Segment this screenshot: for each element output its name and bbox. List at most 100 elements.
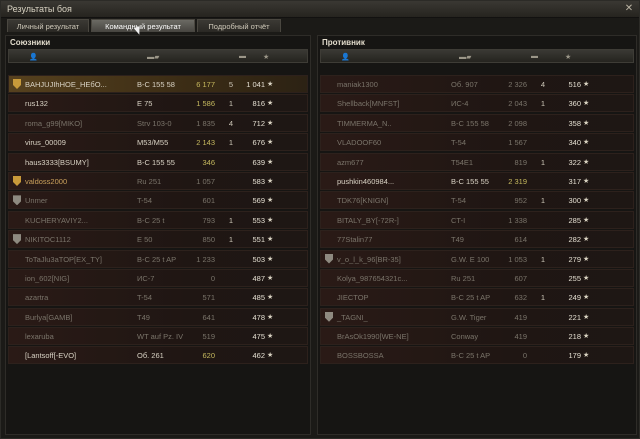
star-icon: ★: [267, 236, 274, 244]
player-name: valdoss2000: [25, 176, 68, 186]
tank-name: Об. 261: [137, 351, 164, 361]
table-row[interactable]: TDK76[KNIGN] T-54 952 1 300 ★: [320, 191, 634, 210]
xp-value: 282: [568, 235, 581, 245]
xp-value: 285: [568, 215, 581, 225]
tank-icon[interactable]: ▬: [239, 53, 246, 60]
tank-name: ИС-4: [451, 99, 469, 109]
player-icon[interactable]: 👤: [341, 53, 350, 61]
table-row[interactable]: [Lantsoff[-EVO] Об. 261 620 462 ★: [8, 346, 308, 365]
damage-value: 571: [202, 293, 215, 303]
table-row[interactable]: ion_602[NIG] ИС-7 0 487 ★: [8, 268, 308, 287]
damage-value: 952: [514, 196, 527, 206]
title-bar: Результаты боя ✕: [1, 1, 639, 18]
frags-value: 4: [228, 118, 233, 128]
close-icon[interactable]: ✕: [623, 3, 635, 15]
table-row[interactable]: pushkin460984... B-C 155 55 2 319 317 ★: [320, 171, 634, 190]
allies-title: Союзники: [10, 38, 51, 47]
damage-value: 620: [202, 351, 215, 361]
table-row[interactable]: lexaruba WT auf Pz. IV 519 475 ★: [8, 327, 308, 346]
table-row[interactable]: azartra T-54 571 485 ★: [8, 288, 308, 307]
star-icon: ★: [583, 294, 590, 302]
tank-name: Ru 251: [137, 176, 162, 186]
damage-value: 2 043: [508, 99, 527, 109]
table-row[interactable]: Unmer T-54 601 569 ★: [8, 191, 308, 210]
damage-value: 1 567: [508, 138, 527, 148]
damage-value: 641: [202, 312, 215, 322]
table-row[interactable]: virus_00009 M53/M55 2 143 1 676 ★: [8, 133, 308, 152]
damage-value: 793: [202, 215, 215, 225]
star-icon: ★: [267, 81, 274, 88]
tank-icon[interactable]: ▬: [531, 53, 538, 60]
xp-value: 569: [252, 196, 265, 206]
tank-name: E 75: [137, 99, 153, 109]
table-row[interactable]: BrAsOk1990[WE-NE] Conway 419 218 ★: [320, 327, 634, 346]
table-row[interactable]: Kolya_987654321c... Ru 251 607 255 ★: [320, 268, 634, 287]
tank-name: B-C 155 55: [451, 176, 489, 186]
table-row[interactable]: roma_g99[MIKO] Strv 103-0 1 835 4 712 ★: [8, 113, 308, 132]
tank-icon[interactable]: ▬▰: [147, 53, 159, 61]
shield-icon: [13, 234, 21, 245]
table-row[interactable]: BITALY_BY[-72R-] CT-I 1 338 285 ★: [320, 210, 634, 229]
table-row[interactable]: azm677 T54E1 819 1 322 ★: [320, 152, 634, 171]
star-icon: ★: [267, 139, 274, 147]
xp-value: 300: [568, 196, 581, 206]
xp-value: 485: [252, 293, 265, 303]
tank-name: T-54: [451, 196, 467, 206]
frags-value: 1: [228, 138, 233, 148]
xp-value: 553: [252, 215, 265, 225]
star-icon: ★: [583, 313, 590, 321]
tank-name: T54E1: [451, 157, 474, 167]
player-name: Unmer: [25, 196, 48, 206]
table-row[interactable]: ToTaJlu3aTOP[EX_TY] B-C 25 t AP 1 233 503 ★: [8, 249, 308, 268]
table-row[interactable]: rus132 E 75 1 586 1 816 ★: [8, 94, 308, 113]
player-icon[interactable]: 👤: [29, 53, 38, 61]
tank-name: B-C 155 58: [451, 118, 489, 128]
player-name: Burlya[GAMB]: [25, 312, 73, 322]
frags-value: 5: [228, 80, 233, 89]
table-row[interactable]: 77Stalin77 T49 614 282 ★: [320, 230, 634, 249]
xp-value: 478: [252, 312, 265, 322]
xp-value: 360: [568, 99, 581, 109]
table-row[interactable]: BAHJUJIhHOE_HEбO... B-C 155 58 6 177 5 1 041…: [8, 75, 308, 93]
player-name: VLADOOF60: [337, 138, 382, 148]
tab-personal-result[interactable]: Личный результат: [7, 19, 89, 32]
shield-icon: [13, 175, 21, 186]
tank-name: T-54: [451, 138, 467, 148]
table-row[interactable]: maniak1300 Об. 907 2 326 4 516 ★: [320, 75, 634, 93]
enemies-table-header: 👤 ▬▰ ▬ ★: [320, 49, 634, 63]
table-row[interactable]: Burlya[GAMB] T49 641 478 ★: [8, 307, 308, 326]
star-icon: ★: [583, 100, 590, 108]
table-row[interactable]: _TAGNI_ G.W. Tiger 419 221 ★: [320, 307, 634, 326]
table-row[interactable]: v_o_l_k_96[BR-35] G.W. E 100 1 053 1 279 ★: [320, 249, 634, 268]
tab-detailed-report[interactable]: Подробный отчёт: [197, 19, 281, 32]
star-icon[interactable]: ★: [263, 53, 269, 61]
table-row[interactable]: JIECTOP B-C 25 t AP 632 1 249 ★: [320, 288, 634, 307]
table-row[interactable]: BOSSBOSSA B-C 25 t AP 0 179 ★: [320, 346, 634, 365]
xp-value: 551: [252, 235, 265, 245]
damage-value: 419: [514, 312, 527, 322]
star-icon[interactable]: ★: [565, 53, 571, 61]
player-name: virus_00009: [25, 138, 66, 148]
frags-value: 1: [540, 99, 545, 109]
table-row[interactable]: Shellback[MNFST] ИС-4 2 043 1 360 ★: [320, 94, 634, 113]
table-row[interactable]: KUCHERYAVIY2... B-C 25 t 793 1 553 ★: [8, 210, 308, 229]
star-icon: ★: [583, 255, 590, 263]
player-name: maniak1300: [337, 80, 378, 89]
damage-value: 1 586: [196, 99, 215, 109]
table-row[interactable]: haus3333[BSUMY] B-C 155 55 346 639 ★: [8, 152, 308, 171]
tank-icon[interactable]: ▬▰: [459, 53, 471, 61]
xp-value: 462: [252, 351, 265, 361]
tank-name: B-C 155 58: [137, 80, 175, 89]
damage-value: 1 338: [508, 215, 527, 225]
table-row[interactable]: valdoss2000 Ru 251 1 057 583 ★: [8, 171, 308, 190]
table-row[interactable]: VLADOOF60 T-54 1 567 340 ★: [320, 133, 634, 152]
table-row[interactable]: TIMMERMA_N.. B-C 155 58 2 098 358 ★: [320, 113, 634, 132]
tab-team-result[interactable]: Командный результат: [91, 19, 195, 32]
damage-value: 1 053: [508, 254, 527, 264]
damage-value: 1 835: [196, 118, 215, 128]
table-row[interactable]: NIKITOC1112 E 50 850 1 551 ★: [8, 230, 308, 249]
shield-icon: [325, 253, 333, 264]
player-name: rus132: [25, 99, 48, 109]
player-name: 77Stalin77: [337, 235, 373, 245]
frags-value: 1: [540, 196, 545, 206]
